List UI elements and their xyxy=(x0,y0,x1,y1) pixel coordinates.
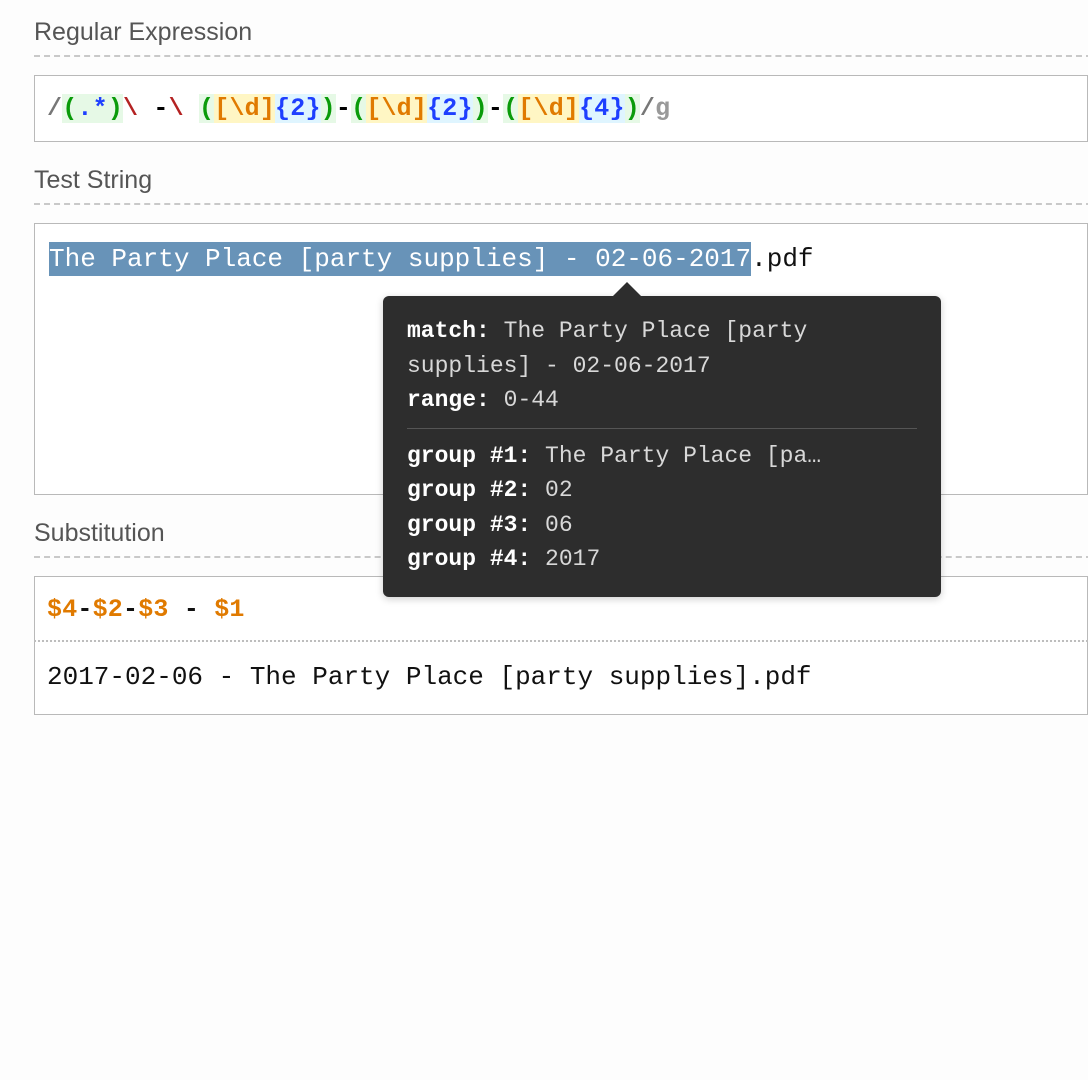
regex-star: * xyxy=(93,94,108,123)
tooltip-divider xyxy=(407,428,917,429)
tooltip-g4-label: group #4: xyxy=(407,546,531,572)
group4-open: ( xyxy=(503,94,518,123)
sub-sep: - xyxy=(169,595,215,624)
g4-quantifier: {4} xyxy=(579,94,625,123)
g3-class-close: ] xyxy=(412,94,427,123)
g4-digit: \d xyxy=(534,94,564,123)
regex-dot: . xyxy=(77,94,92,123)
g3-class-open: [ xyxy=(366,94,381,123)
teststring-input-panel[interactable]: The Party Place [party supplies] - 02-06… xyxy=(34,223,1088,495)
tooltip-g4-value: 2017 xyxy=(545,546,600,572)
tooltip-match-label: match: xyxy=(407,318,490,344)
teststring-section: Test String The Party Place [party suppl… xyxy=(34,166,1088,495)
escaped-space-2: \ xyxy=(169,94,199,123)
g4-class-close: ] xyxy=(564,94,579,123)
tooltip-g2-value: 02 xyxy=(545,477,573,503)
matched-text[interactable]: The Party Place [party supplies] - 02-06… xyxy=(49,242,751,276)
group2-close: ) xyxy=(321,94,336,123)
tooltip-range-row: range: 0-44 xyxy=(407,383,917,418)
tooltip-g2-row: group #2: 02 xyxy=(407,473,917,508)
literal-dash: - xyxy=(153,94,168,123)
tooltip-g2-label: group #2: xyxy=(407,477,531,503)
tooltip-range-label: range: xyxy=(407,387,490,413)
tooltip-match-row: match: The Party Place [party supplies] … xyxy=(407,314,917,383)
mid-dash-2: - xyxy=(488,94,503,123)
tooltip-g3-label: group #3: xyxy=(407,512,531,538)
tooltip-g3-value: 06 xyxy=(545,512,573,538)
group2-open: ( xyxy=(199,94,214,123)
regex-input-panel[interactable]: /(.*)\ -\ ([\d]{2})-([\d]{2})-([\d]{4})/… xyxy=(34,75,1088,142)
tooltip-g4-row: group #4: 2017 xyxy=(407,542,917,577)
group1-close: ) xyxy=(108,94,123,123)
teststring-label: Test String xyxy=(34,166,1088,203)
sub-ref-1: $1 xyxy=(214,595,244,624)
g2-class-open: [ xyxy=(214,94,229,123)
g2-quantifier: {2} xyxy=(275,94,321,123)
escaped-space-1: \ xyxy=(123,94,153,123)
sub-ref-2: $2 xyxy=(93,595,123,624)
g4-class-open: [ xyxy=(518,94,533,123)
regex-section: Regular Expression /(.*)\ -\ ([\d]{2})-(… xyxy=(34,18,1088,142)
group4-close: ) xyxy=(625,94,640,123)
group1-open: ( xyxy=(62,94,77,123)
unmatched-text: .pdf xyxy=(751,244,813,274)
mid-dash-1: - xyxy=(336,94,351,123)
g2-class-close: ] xyxy=(260,94,275,123)
regex-flags: g xyxy=(655,94,670,123)
tooltip-g1-row: group #1: The Party Place [pa… xyxy=(407,439,917,474)
regex-expression[interactable]: /(.*)\ -\ ([\d]{2})-([\d]{2})-([\d]{4})/… xyxy=(47,94,670,123)
divider xyxy=(34,203,1088,205)
tooltip-range-value: 0-44 xyxy=(504,387,559,413)
divider xyxy=(34,55,1088,57)
sub-ref-4: $4 xyxy=(47,595,77,624)
regex-delim-open: / xyxy=(47,94,62,123)
match-tooltip: match: The Party Place [party supplies] … xyxy=(383,296,941,597)
g2-digit: \d xyxy=(229,94,259,123)
teststring-content[interactable]: The Party Place [party supplies] - 02-06… xyxy=(49,244,1073,274)
tooltip-g1-label: group #1: xyxy=(407,443,531,469)
g3-quantifier: {2} xyxy=(427,94,473,123)
group3-close: ) xyxy=(473,94,488,123)
substitution-output-panel: 2017-02-06 - The Party Place [party supp… xyxy=(34,642,1088,715)
sub-dash-1: - xyxy=(77,595,92,624)
regex-section-label: Regular Expression xyxy=(34,18,1088,55)
g3-digit: \d xyxy=(381,94,411,123)
group3-open: ( xyxy=(351,94,366,123)
sub-ref-3: $3 xyxy=(138,595,168,624)
substitution-result: 2017-02-06 - The Party Place [party supp… xyxy=(47,662,812,692)
substitution-pattern[interactable]: $4-$2-$3 - $1 xyxy=(47,595,245,624)
sub-dash-2: - xyxy=(123,595,138,624)
tooltip-g3-row: group #3: 06 xyxy=(407,508,917,543)
regex-delim-close: / xyxy=(640,94,655,123)
tooltip-g1-value: The Party Place [pa… xyxy=(545,443,821,469)
